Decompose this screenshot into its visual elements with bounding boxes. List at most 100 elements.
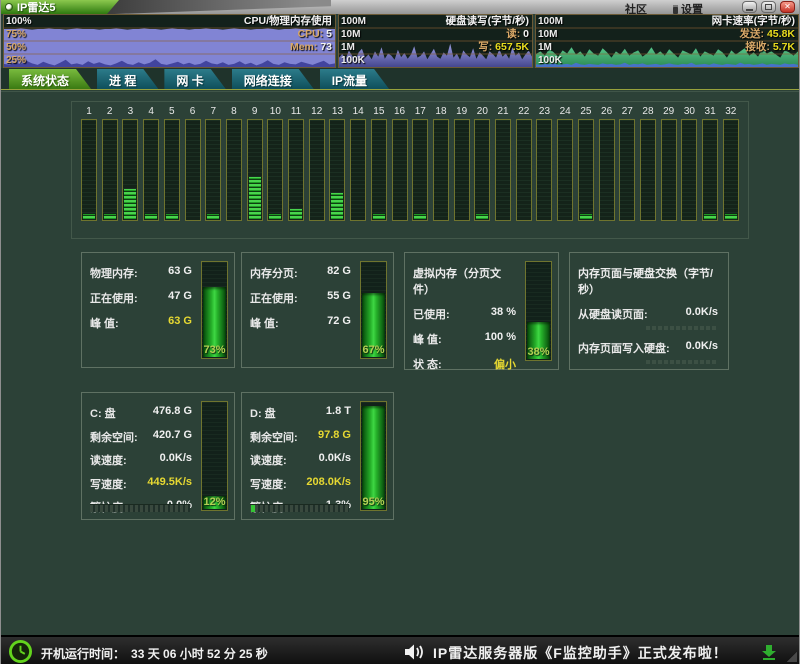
stat-label: 从硬盘读页面: xyxy=(578,306,648,322)
minimize-button[interactable] xyxy=(742,1,757,13)
stat-row: 已使用:38 % xyxy=(413,306,516,322)
bar-percent-label: 95% xyxy=(361,496,386,508)
cpu-core-14: 14 xyxy=(349,105,367,235)
stat-row: C: 盘476.8 G xyxy=(90,405,192,421)
core-number: 25 xyxy=(580,105,591,119)
disk-io-history-graph: 100M 10M 1M 100K 硬盘读写(字节/秒) 读: 0 写: 657.… xyxy=(338,14,533,68)
tab-system-status[interactable]: 系统状态 xyxy=(9,69,91,89)
core-number: 1 xyxy=(86,105,92,119)
disk-read-value: 0 xyxy=(523,28,529,40)
stat-row: 状 态:偏小 xyxy=(413,356,516,372)
window-buttons: ✕ xyxy=(742,1,795,13)
core-number: 15 xyxy=(373,105,384,119)
stat-row: 正在使用:55 G xyxy=(250,290,351,306)
stat-value: 0.0K/s xyxy=(160,452,192,468)
title-bar: IP雷达5 社区 设置 ✕ xyxy=(1,0,799,14)
cpu-core-12: 12 xyxy=(308,105,326,235)
download-icon[interactable] xyxy=(761,644,777,660)
cpu-core-19: 19 xyxy=(453,105,471,235)
mem-label: Mem: xyxy=(290,41,317,53)
speaker-icon xyxy=(404,643,426,661)
send-label: 发送: xyxy=(740,28,765,40)
stat-value: 97.8 G xyxy=(318,429,351,445)
cpu-memory-history-graph: 100% 75% 50% 25% CPU/物理内存使用 CPU: 5 Mem: … xyxy=(3,14,336,68)
core-usage-bar xyxy=(143,119,159,221)
uptime-label: 开机运行时间： xyxy=(41,647,125,661)
stat-label: 内存分页: xyxy=(250,265,298,281)
stat-label: 读速度: xyxy=(250,452,287,468)
scale-label: 100K xyxy=(341,54,365,67)
title-swoosh-decoration xyxy=(101,0,331,14)
scale-label: 100K xyxy=(538,54,562,67)
cpu-core-27: 27 xyxy=(618,105,636,235)
cpu-label: CPU: xyxy=(298,28,324,40)
core-usage-bar xyxy=(350,119,366,221)
stat-label: 正在使用: xyxy=(250,290,298,306)
graph-title: 网卡速率(字节/秒) xyxy=(712,15,795,28)
stat-row: 正在使用:47 G xyxy=(90,290,192,306)
close-button[interactable]: ✕ xyxy=(780,1,795,13)
stat-row: 写速度:208.0K/s xyxy=(250,476,351,492)
core-usage-bar xyxy=(723,119,739,221)
core-usage-bar xyxy=(557,119,573,221)
core-usage-bar xyxy=(164,119,180,221)
maximize-icon xyxy=(765,4,772,10)
tab-network-connections[interactable]: 网络连接 xyxy=(232,69,314,89)
core-number: 29 xyxy=(663,105,674,119)
tab-ip-traffic[interactable]: IP流量 xyxy=(320,69,389,89)
tab-processes[interactable]: 进 程 xyxy=(97,69,158,89)
stat-label: 物理内存: xyxy=(90,265,138,281)
disk-write-value: 657.5K xyxy=(495,41,529,53)
scale-label: 100M xyxy=(538,15,563,28)
disk-d-panel: D: 盘1.8 T剩余空间:97.8 G读速度:0.0K/s写速度:208.0K… xyxy=(241,392,394,520)
uptime-clock-icon xyxy=(9,640,32,663)
core-number: 24 xyxy=(560,105,571,119)
send-value: 45.8K xyxy=(767,28,795,40)
core-usage-bar xyxy=(474,119,490,221)
stat-value: 0.0K/s xyxy=(686,306,718,322)
stat-value: 420.7 G xyxy=(153,429,192,445)
maximize-button[interactable] xyxy=(761,1,776,13)
core-number: 8 xyxy=(231,105,237,119)
announcement-text[interactable]: IP雷达服务器版《F监控助手》正式发布啦！ xyxy=(433,643,728,663)
cpu-core-26: 26 xyxy=(598,105,616,235)
core-number: 11 xyxy=(291,105,301,119)
stat-value: 100 % xyxy=(485,331,516,347)
status-bar: 开机运行时间：33 天 06 小时 52 分 25 秒 IP雷达服务器版《F监控… xyxy=(1,635,799,664)
cpu-core-30: 30 xyxy=(680,105,698,235)
core-usage-bar xyxy=(205,119,221,221)
scale-label: 1M xyxy=(341,41,355,54)
cpu-core-31: 31 xyxy=(701,105,719,235)
title-badge: IP雷达5 xyxy=(1,0,119,14)
recv-label: 接收: xyxy=(745,41,770,53)
stat-row: 峰 值:100 % xyxy=(413,331,516,347)
tab-bar: 系统状态进 程网 卡网络连接 IP流量 xyxy=(1,68,799,90)
cpu-core-6: 6 xyxy=(184,105,202,235)
mem-value: 73 xyxy=(320,41,332,53)
swap-meter-strip xyxy=(646,360,718,364)
cpu-core-11: 11 xyxy=(287,105,305,235)
core-usage-bar xyxy=(412,119,428,221)
resize-grip[interactable] xyxy=(787,652,797,662)
core-usage-bar xyxy=(267,119,283,221)
disk-read-label: 读: xyxy=(506,28,520,40)
core-number: 21 xyxy=(498,105,509,119)
tab-nic[interactable]: 网 卡 xyxy=(164,69,225,89)
cpu-value: 5 xyxy=(326,28,332,40)
stat-label: 剩余空间: xyxy=(250,429,298,445)
disk-write-label: 写: xyxy=(478,41,492,53)
core-usage-bar xyxy=(122,119,138,221)
scale-label: 10M xyxy=(341,28,360,41)
core-usage-bar xyxy=(495,119,511,221)
app-window: IP雷达5 社区 设置 ✕ 100% 75% 50% 25% CPU/物理内存使… xyxy=(0,0,800,664)
core-number: 22 xyxy=(518,105,529,119)
panel-title: 内存页面与硬盘交换（字节/秒） xyxy=(578,265,718,297)
core-number: 13 xyxy=(332,105,343,119)
stat-label: 写速度: xyxy=(90,476,127,492)
physical-memory-panel: 物理内存:63 G正在使用:47 G峰 值:63 G 73% xyxy=(81,252,235,368)
stat-row: 内存分页:82 G xyxy=(250,265,351,281)
cpu-graph-stats: CPU/物理内存使用 CPU: 5 Mem: 73 xyxy=(244,15,332,55)
stat-value: 38 % xyxy=(491,306,516,322)
stat-value: 476.8 G xyxy=(153,405,192,421)
cpu-core-29: 29 xyxy=(660,105,678,235)
